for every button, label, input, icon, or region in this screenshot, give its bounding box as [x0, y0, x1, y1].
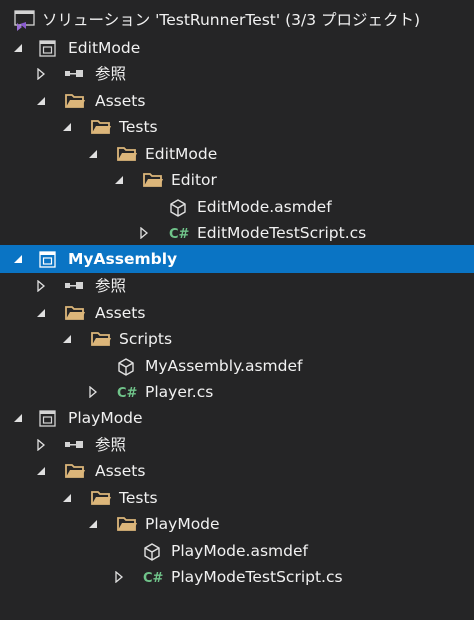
asmdef-cube-icon: [116, 357, 136, 376]
collapsed-arrow-icon[interactable]: [35, 68, 47, 80]
folder-row-assets[interactable]: Assets: [0, 458, 474, 484]
folder-label: Tests: [119, 118, 158, 136]
folder-open-icon: [116, 145, 137, 163]
solution-label: ソリューション 'TestRunnerTest' (3/3 プロジェクト): [42, 11, 421, 29]
project-row-playmode[interactable]: PlayMode: [0, 405, 474, 431]
expanded-arrow-icon[interactable]: [61, 121, 73, 133]
folder-row-playmode[interactable]: PlayMode: [0, 511, 474, 537]
csharp-file-icon: C#: [116, 383, 138, 401]
folder-open-icon: [90, 330, 111, 348]
folder-label: Scripts: [119, 330, 173, 348]
expanded-arrow-icon[interactable]: [12, 42, 24, 54]
expanded-arrow-icon[interactable]: [87, 148, 99, 160]
project-icon: [38, 250, 58, 268]
asmdef-cube-icon: [168, 198, 188, 217]
expanded-arrow-icon[interactable]: [61, 492, 73, 504]
file-label: PlayModeTestScript.cs: [171, 568, 343, 586]
expanded-arrow-icon[interactable]: [35, 95, 47, 107]
project-label: MyAssembly: [68, 250, 178, 268]
folder-open-icon: [64, 462, 85, 480]
folder-row-scripts[interactable]: Scripts: [0, 326, 474, 352]
file-row-script[interactable]: C# EditModeTestScript.cs: [0, 220, 474, 246]
folder-row-assets[interactable]: Assets: [0, 300, 474, 326]
folder-open-icon: [90, 118, 111, 136]
project-row-myassembly[interactable]: MyAssembly: [0, 245, 474, 273]
folder-open-icon: [64, 304, 85, 322]
project-label: PlayMode: [68, 409, 143, 427]
project-icon: [38, 409, 58, 427]
expanded-arrow-icon[interactable]: [35, 307, 47, 319]
references-row[interactable]: 参照: [0, 61, 474, 87]
folder-row-assets[interactable]: Assets: [0, 88, 474, 114]
expanded-arrow-icon[interactable]: [12, 253, 24, 265]
folder-open-icon: [116, 515, 137, 533]
asmdef-cube-icon: [142, 542, 162, 561]
references-icon: [64, 436, 84, 454]
svg-text:C#: C#: [117, 386, 138, 401]
file-label: PlayMode.asmdef: [171, 542, 308, 560]
collapsed-arrow-icon[interactable]: [138, 227, 150, 239]
folder-row-tests[interactable]: Tests: [0, 114, 474, 140]
expanded-arrow-icon[interactable]: [113, 174, 125, 186]
file-row-asmdef[interactable]: PlayMode.asmdef: [0, 538, 474, 564]
project-row-editmode[interactable]: EditMode: [0, 35, 474, 61]
expanded-arrow-icon[interactable]: [35, 465, 47, 477]
folder-label: Editor: [171, 171, 217, 189]
project-icon: [38, 39, 58, 57]
expanded-arrow-icon[interactable]: [87, 518, 99, 530]
folder-label: Assets: [95, 92, 146, 110]
collapsed-arrow-icon[interactable]: [113, 571, 125, 583]
svg-text:C#: C#: [143, 571, 164, 586]
file-label: EditMode.asmdef: [197, 198, 332, 216]
file-row-script[interactable]: C# Player.cs: [0, 379, 474, 405]
folder-open-icon: [64, 92, 85, 110]
file-row-script[interactable]: C# PlayModeTestScript.cs: [0, 564, 474, 590]
file-label: Player.cs: [145, 383, 214, 401]
collapsed-arrow-icon[interactable]: [35, 439, 47, 451]
folder-label: Assets: [95, 462, 146, 480]
references-icon: [64, 65, 84, 83]
file-label: MyAssembly.asmdef: [145, 357, 303, 375]
references-label: 参照: [95, 436, 127, 454]
folder-row-editmode[interactable]: EditMode: [0, 141, 474, 167]
svg-text:C#: C#: [169, 227, 190, 242]
folder-label: Tests: [119, 489, 158, 507]
file-row-asmdef[interactable]: EditMode.asmdef: [0, 194, 474, 220]
references-icon: [64, 277, 84, 295]
visual-studio-solution-icon: [14, 10, 35, 31]
folder-row-tests[interactable]: Tests: [0, 485, 474, 511]
csharp-file-icon: C#: [168, 224, 190, 242]
folder-open-icon: [90, 489, 111, 507]
references-label: 参照: [95, 277, 127, 295]
expanded-arrow-icon[interactable]: [12, 412, 24, 424]
references-row[interactable]: 参照: [0, 273, 474, 299]
project-label: EditMode: [68, 39, 141, 57]
folder-row-editor[interactable]: Editor: [0, 167, 474, 193]
expanded-arrow-icon[interactable]: [61, 333, 73, 345]
collapsed-arrow-icon[interactable]: [87, 386, 99, 398]
folder-label: Assets: [95, 304, 146, 322]
folder-label: EditMode: [145, 145, 218, 163]
csharp-file-icon: C#: [142, 568, 164, 586]
file-row-asmdef[interactable]: MyAssembly.asmdef: [0, 353, 474, 379]
folder-open-icon: [142, 171, 163, 189]
solution-row[interactable]: ソリューション 'TestRunnerTest' (3/3 プロジェクト): [0, 8, 474, 34]
references-row[interactable]: 参照: [0, 432, 474, 458]
collapsed-arrow-icon[interactable]: [35, 280, 47, 292]
folder-label: PlayMode: [145, 515, 220, 533]
file-label: EditModeTestScript.cs: [197, 224, 367, 242]
references-label: 参照: [95, 65, 127, 83]
